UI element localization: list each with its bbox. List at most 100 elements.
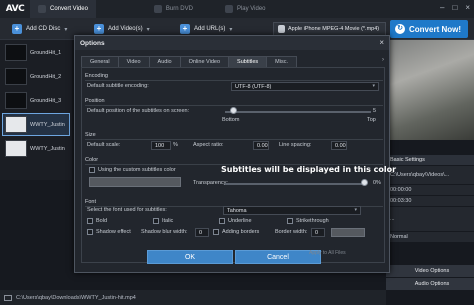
output-folder-value: C:\Users\qbay\Videos\...	[390, 172, 450, 178]
border-width-input[interactable]: 0	[311, 228, 325, 237]
italic-checkbox[interactable]	[153, 218, 159, 224]
underline-checkbox[interactable]	[219, 218, 225, 224]
add-cd-label: Add CD Disc	[26, 26, 61, 32]
tab-audio[interactable]: Audio	[148, 56, 181, 67]
aspect-ratio-input[interactable]: 0.00	[253, 141, 269, 150]
strikethrough-checkbox[interactable]	[287, 218, 293, 224]
video-options-button[interactable]: Video Options	[386, 265, 474, 277]
borders-label: Adding borders	[222, 229, 260, 235]
encoding-section-title: Encoding	[85, 73, 108, 79]
tab-subtitles[interactable]: Subtitles	[228, 56, 268, 67]
maximize-icon[interactable]: □	[452, 3, 457, 12]
italic-label: Italic	[162, 218, 174, 224]
underline-label: Underline	[228, 218, 252, 224]
position-min-label: Bottom	[222, 117, 240, 123]
list-item[interactable]: GroundHit_2	[2, 65, 70, 88]
shadow-blur-value: 0	[199, 229, 203, 236]
convert-now-button[interactable]: ↻ Convert Now!	[390, 20, 468, 38]
position-slider-knob[interactable]	[230, 107, 237, 114]
line-spacing-input[interactable]: 0.00	[331, 141, 347, 150]
line-spacing-label: Line spacing:	[279, 142, 312, 148]
dialog-title: Options	[80, 39, 105, 47]
add-url-label: Add URL(s)	[194, 26, 226, 32]
basic-settings-header: Basic Settings	[386, 155, 474, 165]
audio-options-label: Audio Options	[414, 281, 450, 287]
position-value: 5	[373, 108, 377, 114]
start-time-value: 00:00:00	[390, 187, 412, 193]
add-video-label: Add Video(s)	[108, 26, 143, 32]
folder-icon[interactable]	[4, 294, 12, 301]
plus-icon: +	[94, 24, 104, 34]
bold-checkbox[interactable]	[87, 218, 93, 224]
convert-label: Convert Now!	[409, 24, 461, 34]
status-path: C:\Users\qbay\Downloads\WWTY_Justin-hit.…	[16, 294, 136, 301]
list-item[interactable]: WWTY_Justin	[2, 137, 70, 160]
font-select-label: Select the font used for subtitles:	[87, 207, 167, 213]
duration-field[interactable]: 00:03:30	[386, 196, 474, 206]
tab-misc[interactable]: Misc.	[266, 56, 297, 67]
file-name: GroundHit_2	[30, 73, 62, 80]
tab-label: Play Video	[236, 6, 266, 12]
close-icon[interactable]: ×	[379, 38, 384, 47]
chevron-right-icon[interactable]: ›	[382, 57, 384, 63]
tab-online-video[interactable]: Online Video	[179, 56, 230, 67]
border-width-label: Border width:	[275, 229, 308, 235]
custom-color-checkbox[interactable]	[89, 167, 95, 173]
scale-label: Default scale:	[87, 142, 121, 148]
line-spacing-value: 0.00	[335, 142, 346, 149]
video-icon	[38, 5, 46, 13]
cancel-label: Cancel	[267, 253, 289, 261]
output-folder-field[interactable]: C:\Users\qbay\Videos\...	[386, 166, 474, 184]
ok-button[interactable]: OK	[147, 250, 233, 264]
scale-input[interactable]: 100	[151, 141, 171, 150]
tab-video[interactable]: Video	[117, 56, 150, 67]
file-name: WWTY_Justin	[30, 121, 65, 128]
divider	[85, 139, 383, 140]
transparency-slider-knob[interactable]	[361, 179, 368, 186]
size-field[interactable]: ...	[386, 207, 474, 231]
video-preview	[386, 40, 474, 140]
chevron-down-icon[interactable]: ▾	[64, 26, 67, 33]
video-thumbnail	[5, 68, 27, 85]
chevron-down-icon[interactable]: ▾	[229, 26, 232, 33]
list-item[interactable]: GroundHit_1	[2, 41, 70, 64]
tab-convert-video[interactable]: Convert Video	[30, 0, 96, 18]
encoding-select[interactable]: UTF-8 (UTF-8) ▾	[231, 82, 379, 91]
video-thumbnail	[5, 44, 27, 61]
video-options-label: Video Options	[414, 268, 450, 274]
close-window-icon[interactable]: ×	[465, 3, 470, 12]
position-slider[interactable]	[225, 111, 371, 113]
shadow-checkbox[interactable]	[87, 229, 93, 235]
start-time-field[interactable]: 00:00:00	[386, 185, 474, 195]
audio-options-button[interactable]: Audio Options	[386, 278, 474, 290]
tab-general[interactable]: General	[81, 56, 119, 67]
scale-value: 100	[155, 142, 165, 149]
window-controls: – □ ×	[440, 3, 470, 12]
convert-icon: ↻	[395, 24, 405, 34]
shadow-label: Shadow effect	[96, 229, 131, 235]
border-width-value: 0	[315, 229, 319, 236]
borders-checkbox[interactable]	[213, 229, 219, 235]
encoding-value: UTF-8 (UTF-8)	[235, 83, 272, 90]
plus-icon: +	[180, 24, 190, 34]
minimize-icon[interactable]: –	[440, 3, 444, 12]
list-item[interactable]: GroundHit_3	[2, 89, 70, 112]
add-cd-button[interactable]: + Add CD Disc ▾	[6, 21, 73, 37]
border-color-swatch[interactable]	[331, 228, 365, 237]
output-profile-select[interactable]: Apple iPhone MPEG-4 Movie (*.mp4)	[273, 22, 386, 36]
font-select[interactable]: Tahoma ▾	[223, 206, 361, 215]
quality-field[interactable]: Normal	[386, 232, 474, 242]
tab-burn-dvd[interactable]: Burn DVD	[146, 0, 201, 18]
tab-label: Convert Video	[50, 6, 88, 12]
apply-to-all-label[interactable]: Apply to All Files	[309, 250, 346, 256]
chevron-down-icon[interactable]: ▾	[147, 26, 150, 33]
subtitle-color-swatch[interactable]	[89, 177, 181, 187]
shadow-blur-input[interactable]: 0	[195, 228, 209, 237]
apple-icon	[278, 25, 285, 33]
file-name: WWTY_Justin	[30, 145, 65, 152]
transparency-slider[interactable]	[225, 183, 367, 185]
aspect-ratio-value: 0.00	[257, 142, 268, 149]
tab-play-video[interactable]: Play Video	[217, 0, 274, 18]
status-bar: C:\Users\qbay\Downloads\WWTY_Justin-hit.…	[0, 290, 386, 305]
list-item[interactable]: WWTY_Justin	[2, 113, 70, 136]
